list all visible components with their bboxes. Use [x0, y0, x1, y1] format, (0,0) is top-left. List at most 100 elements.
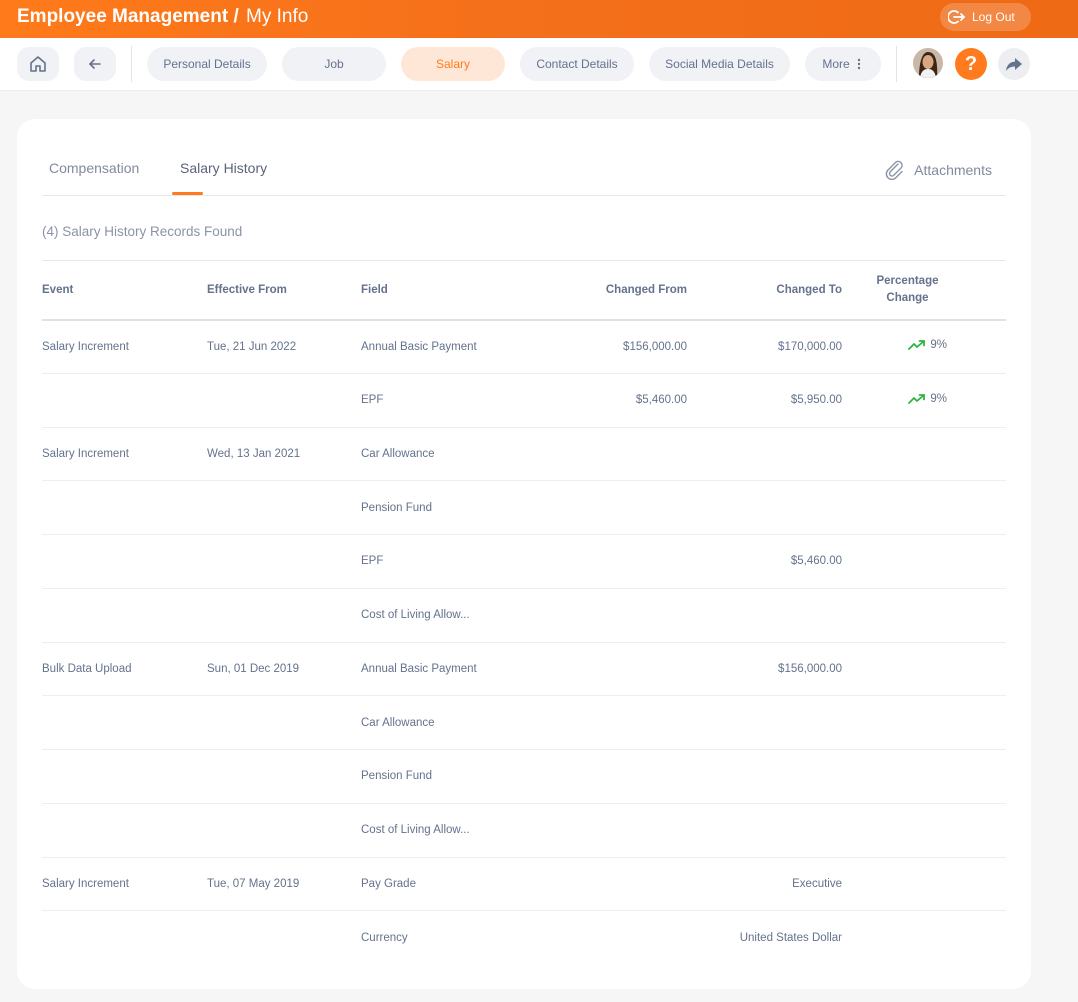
cell-changed-from [541, 911, 687, 965]
cell-percentage-change [842, 642, 947, 697]
cell-percentage-change [842, 695, 947, 750]
cell-field: Currency [361, 931, 408, 944]
cell-spacer [947, 695, 1006, 750]
cell-changed-to [687, 427, 842, 482]
cell-effective-from [207, 911, 361, 965]
cell-effective-from [207, 803, 361, 858]
tab-compensation[interactable]: Compensation [49, 160, 139, 176]
cell-effective-from [207, 695, 361, 750]
nav-divider [131, 46, 132, 82]
cell-spacer [947, 588, 1006, 643]
trend-up-icon [908, 340, 926, 351]
cell-changed-from [541, 695, 687, 750]
cell-field: Cost of Living Allow... [361, 588, 541, 643]
tab-job[interactable]: Job [282, 47, 386, 81]
cell-field: Car Allowance [361, 695, 541, 750]
salary-history-table: Event Effective From Field Changed From … [42, 260, 1006, 965]
cell-event [42, 534, 207, 589]
table-row: Bulk Data Upload Sun, 01 Dec 2019 Annual B… [42, 642, 1006, 697]
cell-changed-from: $5,460.00 [541, 373, 687, 428]
cell-effective-from [207, 480, 361, 535]
home-icon [30, 56, 46, 72]
kebab-icon [857, 58, 860, 70]
cell-spacer [947, 857, 1006, 912]
tab-social-media-details[interactable]: Social Media Details [649, 47, 790, 81]
table-row: Currency United States Dollar [42, 911, 1006, 965]
more-menu-button[interactable]: More [805, 47, 881, 81]
cell-event: Salary Increment [42, 857, 207, 912]
attachments-button[interactable]: Attachments [884, 160, 992, 180]
table-row: Cost of Living Allow... [42, 588, 1006, 643]
cell-field: Annual Basic Payment [361, 642, 541, 697]
logout-button[interactable]: Log Out [940, 3, 1031, 31]
cell-spacer [947, 911, 1006, 965]
cell-percentage-change [842, 749, 947, 804]
share-button[interactable] [998, 48, 1030, 80]
table-row: Salary Increment Wed, 13 Jan 2021 Car Allo… [42, 427, 1006, 482]
cell-percentage-change: 9% [842, 319, 947, 374]
header-effective-from: Effective From [207, 260, 361, 321]
header-percentage-change: Percentage Change [842, 260, 947, 321]
avatar[interactable] [913, 48, 943, 78]
cell-changed-to [687, 695, 842, 750]
cell-changed-from [541, 588, 687, 643]
table-row: EPF $5,460.00 [42, 534, 1006, 589]
cell-percentage-change [842, 480, 947, 535]
tab-salary[interactable]: Salary [401, 47, 505, 81]
cell-spacer [947, 373, 1006, 428]
cell-changed-to [687, 588, 842, 643]
logout-label: Log Out [972, 10, 1015, 24]
cell-changed-from: $156,000.00 [541, 319, 687, 374]
cell-changed-to: Executive [687, 857, 842, 912]
cell-effective-from [207, 534, 361, 589]
header-event: Event [42, 260, 207, 321]
cell-field: EPF [361, 534, 541, 589]
cell-changed-to [687, 803, 842, 858]
cell-percentage-change: 9% [842, 373, 947, 428]
cell-event: Bulk Data Upload [42, 642, 207, 697]
cell-changed-to: $5,950.00 [687, 373, 842, 428]
tab-personal-details[interactable]: Personal Details [147, 47, 267, 81]
header-changed-to: Changed To [687, 260, 842, 321]
header-percentage-line2: Change [886, 291, 929, 304]
records-found-text: (4) Salary History Records Found [42, 224, 243, 239]
table-row: EPF $5,460.00 $5,950.00 9% [42, 373, 1006, 428]
cell-spacer [947, 480, 1006, 535]
cell-field: Pension Fund [361, 480, 541, 535]
table-row: Cost of Living Allow... [42, 803, 1006, 858]
cell-changed-from [541, 480, 687, 535]
page-title: Employee Management / My Info [17, 6, 308, 28]
cell-changed-to [687, 480, 842, 535]
module-subtitle: My Info [246, 6, 309, 27]
cell-effective-from [207, 373, 361, 428]
table-row: Salary Increment Tue, 21 Jun 2022 Annual B… [42, 319, 1006, 374]
more-label: More [822, 57, 850, 71]
tab-salary-history[interactable]: Salary History [180, 160, 267, 176]
cell-changed-from [541, 857, 687, 912]
arrow-left-icon [89, 59, 101, 69]
cell-percentage-change [842, 588, 947, 643]
cell-spacer [947, 749, 1006, 804]
back-button[interactable] [74, 47, 116, 81]
cell-changed-from [541, 534, 687, 589]
header-percentage-line1: Percentage [876, 274, 939, 287]
cell-changed-from [541, 803, 687, 858]
salary-subtabs: Compensation Salary History Attachments [42, 148, 1006, 196]
table-row: Salary Increment Tue, 07 May 2019 Pay Grad… [42, 857, 1006, 912]
header-spacer [947, 260, 1006, 321]
cell-spacer [947, 803, 1006, 858]
cell-percentage-change [842, 911, 947, 965]
cell-field: Annual Basic Payment [361, 319, 541, 374]
home-button[interactable] [17, 47, 59, 81]
cell-effective-from: Tue, 07 May 2019 [207, 857, 361, 912]
cell-event [42, 803, 207, 858]
table-body: Salary Increment Tue, 21 Jun 2022 Annual B… [42, 319, 1006, 965]
percentage-value: 9% [930, 339, 947, 352]
cell-percentage-change [842, 857, 947, 912]
tab-contact-details[interactable]: Contact Details [520, 47, 634, 81]
cell-percentage-change [842, 427, 947, 482]
attachments-label: Attachments [914, 162, 992, 178]
help-button[interactable]: ? [955, 48, 987, 80]
trend-up-icon [908, 393, 926, 404]
cell-effective-from: Sun, 01 Dec 2019 [207, 642, 361, 697]
